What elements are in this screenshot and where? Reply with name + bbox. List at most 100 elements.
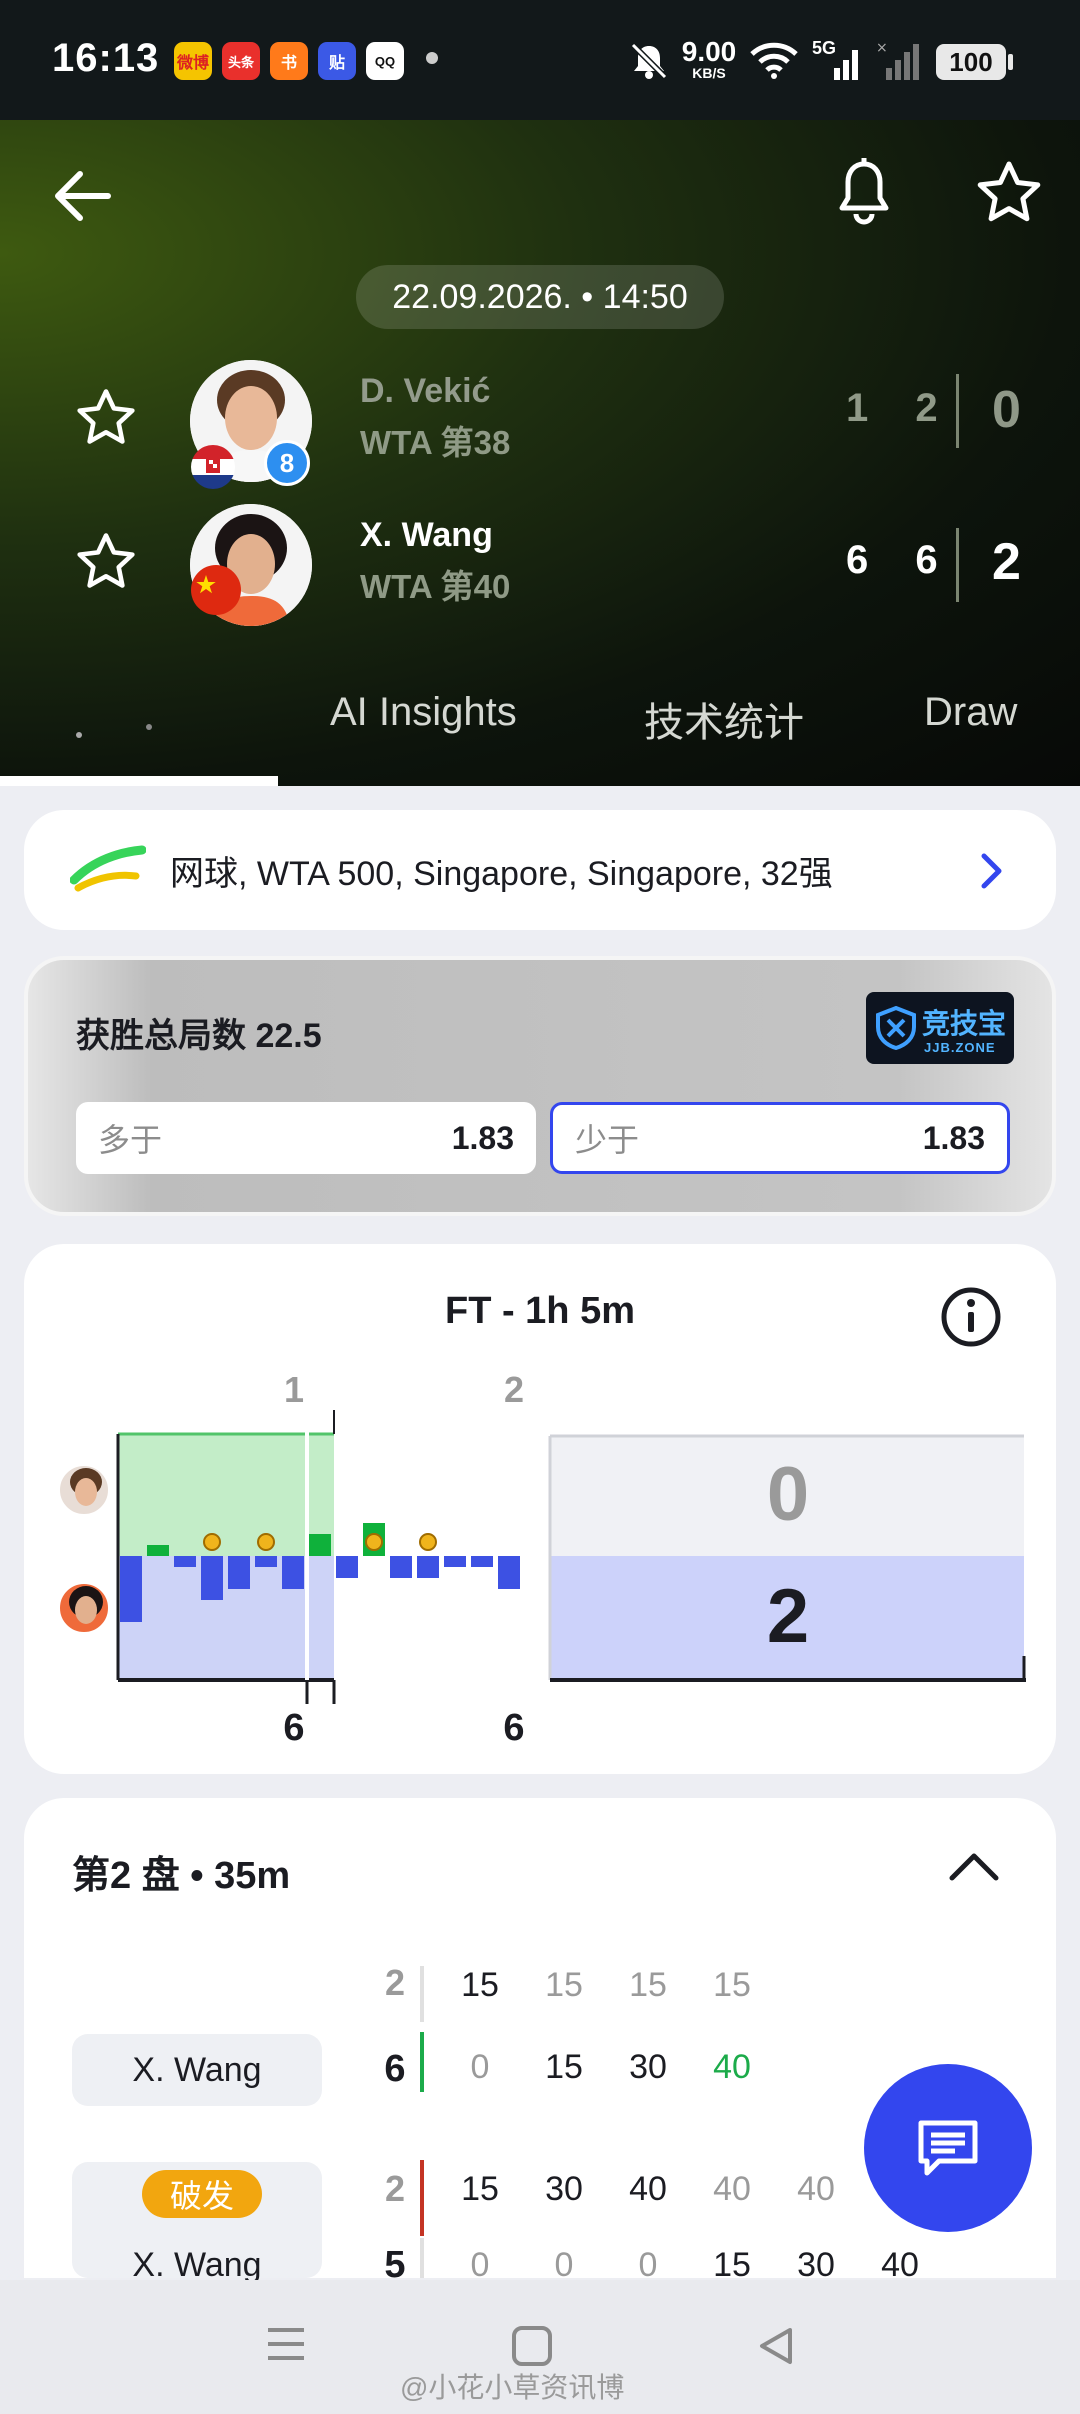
bell-icon[interactable] bbox=[834, 156, 894, 228]
set-2-score: 6 bbox=[503, 1707, 524, 1749]
point-score: 15 bbox=[545, 1966, 583, 2004]
player-1-sets: 0 bbox=[767, 1452, 809, 1537]
momentum-bar bbox=[282, 1556, 304, 1589]
point-score: 40 bbox=[713, 2048, 751, 2086]
score-divider bbox=[956, 374, 959, 448]
back-arrow-icon[interactable] bbox=[48, 160, 120, 232]
odds-under-button[interactable]: 少于 1.83 bbox=[550, 1102, 1010, 1174]
mute-bell-icon bbox=[630, 42, 668, 80]
status-bar: 16:13 微博 头条 书 贴 QQ 9.00 KB/S 5G × 100 bbox=[0, 0, 1080, 120]
competition-name: 网球, WTA 500, Singapore, Singapore, 32强 bbox=[170, 854, 833, 893]
signal-icon bbox=[834, 50, 858, 80]
more-dot-icon bbox=[426, 52, 438, 64]
sets-won: 2 bbox=[992, 533, 1021, 591]
momentum-chart: 1 2 6 6 0 2 bbox=[116, 1369, 1026, 1749]
active-tab-indicator bbox=[0, 776, 278, 786]
momentum-bar bbox=[120, 1556, 142, 1622]
point-score: 15 bbox=[713, 1966, 751, 2004]
net-speed: 9.00 KB/S bbox=[681, 36, 737, 81]
player-rank: WTA 第40 bbox=[360, 568, 511, 605]
shield-logo-icon bbox=[876, 1006, 916, 1050]
momentum-bar bbox=[147, 1545, 169, 1556]
chevron-right-icon bbox=[981, 853, 1002, 889]
chat-icon bbox=[918, 2120, 978, 2176]
tab-ai-insights[interactable]: AI Insights bbox=[330, 690, 517, 735]
set-title: 第2 盘 • 35m bbox=[72, 1855, 291, 1897]
tieba-app-icon: 贴 bbox=[318, 42, 356, 80]
set-1-score: 6 bbox=[283, 1707, 304, 1749]
status-time: 16:13 bbox=[52, 36, 160, 80]
point-score: 15 bbox=[461, 1966, 499, 2004]
tennis-ball-marker bbox=[419, 1533, 437, 1551]
player-row-wang: X. Wang WTA 第40 6 6 2 bbox=[0, 496, 1080, 636]
momentum-bar bbox=[498, 1556, 520, 1589]
momentum-bar bbox=[309, 1534, 331, 1556]
momentum-bar bbox=[174, 1556, 196, 1567]
point-score: 40 bbox=[797, 2170, 835, 2208]
chevron-up-icon[interactable] bbox=[944, 1838, 1004, 1898]
momentum-bar bbox=[228, 1556, 250, 1589]
break-indicator bbox=[420, 2160, 424, 2236]
point-score: 0 bbox=[470, 2048, 490, 2086]
weibo-app-icon: 微博 bbox=[174, 42, 212, 80]
tennis-icon bbox=[70, 845, 146, 892]
hold-indicator bbox=[420, 2032, 424, 2092]
set-1-label: 1 bbox=[284, 1369, 304, 1410]
bookmaker-logo[interactable]: 竞技宝 JJB.ZONE bbox=[866, 992, 1014, 1064]
favorite-star-icon[interactable] bbox=[974, 158, 1044, 228]
point-score: 15 bbox=[545, 2048, 583, 2086]
player-2-sets: 2 bbox=[767, 1574, 809, 1659]
player-row-vekic: 8 D. Vekić WTA 第38 1 2 0 bbox=[0, 352, 1080, 492]
momentum-bar bbox=[471, 1556, 493, 1567]
follow-star-icon[interactable] bbox=[74, 530, 138, 594]
qq-app-icon: QQ bbox=[366, 42, 404, 80]
player-tag: X. Wang bbox=[72, 2034, 322, 2106]
player-name[interactable]: D. Vekić bbox=[360, 372, 490, 411]
momentum-bar bbox=[255, 1556, 277, 1567]
momentum-bar bbox=[336, 1556, 358, 1578]
point-score: 15 bbox=[461, 2170, 499, 2208]
player-rank: WTA 第38 bbox=[360, 424, 511, 461]
tab-dot bbox=[146, 724, 152, 730]
tennis-ball-marker bbox=[365, 1533, 383, 1551]
tab-draw[interactable]: Draw bbox=[924, 690, 1017, 735]
croatia-flag-icon bbox=[191, 445, 235, 489]
seed-badge: 8 bbox=[264, 440, 310, 486]
home-icon[interactable] bbox=[510, 2324, 554, 2368]
break-badge: 破发 bbox=[142, 2170, 262, 2218]
tab-stats[interactable]: 技术统计 bbox=[644, 690, 804, 748]
set-2-label: 2 bbox=[504, 1369, 524, 1410]
signal-2-icon: × bbox=[876, 40, 919, 80]
screen: 16:13 微博 头条 书 贴 QQ 9.00 KB/S 5G × 100 22… bbox=[0, 0, 1080, 2414]
player-name[interactable]: X. Wang bbox=[360, 516, 493, 555]
odds-card: 获胜总局数 22.5 竞技宝 JJB.ZONE 多于 1.83 少于 1.83 bbox=[24, 956, 1056, 1216]
menu-icon[interactable] bbox=[264, 2324, 308, 2364]
momentum-bar bbox=[417, 1556, 439, 1578]
wifi-icon bbox=[750, 42, 798, 79]
point-score: 40 bbox=[713, 2170, 751, 2208]
watermark: @小花小草资讯博 bbox=[400, 2372, 625, 2403]
momentum-bar bbox=[390, 1556, 412, 1578]
competition-card[interactable]: 网球, WTA 500, Singapore, Singapore, 32强 bbox=[24, 810, 1056, 930]
follow-star-icon[interactable] bbox=[74, 386, 138, 450]
odds-over-button[interactable]: 多于 1.83 bbox=[76, 1102, 536, 1174]
battery-tip bbox=[1008, 54, 1013, 70]
momentum-card: FT - 1h 5m 1 2 6 6 0 2 bbox=[24, 1244, 1056, 1774]
momentum-bar bbox=[444, 1556, 466, 1567]
tennis-ball-marker bbox=[203, 1533, 221, 1551]
china-flag-icon bbox=[191, 565, 241, 615]
tennis-ball-marker bbox=[257, 1533, 275, 1551]
system-nav-bar: @小花小草资讯博 bbox=[0, 2280, 1080, 2414]
row-divider bbox=[420, 1966, 424, 2022]
point-score: 15 bbox=[629, 1966, 667, 2004]
chat-button[interactable] bbox=[864, 2064, 1032, 2232]
svg-text:×: × bbox=[876, 40, 888, 56]
battery-icon: 100 bbox=[936, 44, 1006, 80]
set-scores: 6 6 bbox=[846, 538, 956, 582]
match-date: 22.09.2026. • 14:50 bbox=[356, 265, 724, 329]
sets-won: 0 bbox=[992, 381, 1021, 439]
back-nav-icon[interactable] bbox=[754, 2324, 798, 2368]
point-score: 30 bbox=[629, 2048, 667, 2086]
row-divider bbox=[420, 2238, 424, 2278]
point-score: 40 bbox=[629, 2170, 667, 2208]
